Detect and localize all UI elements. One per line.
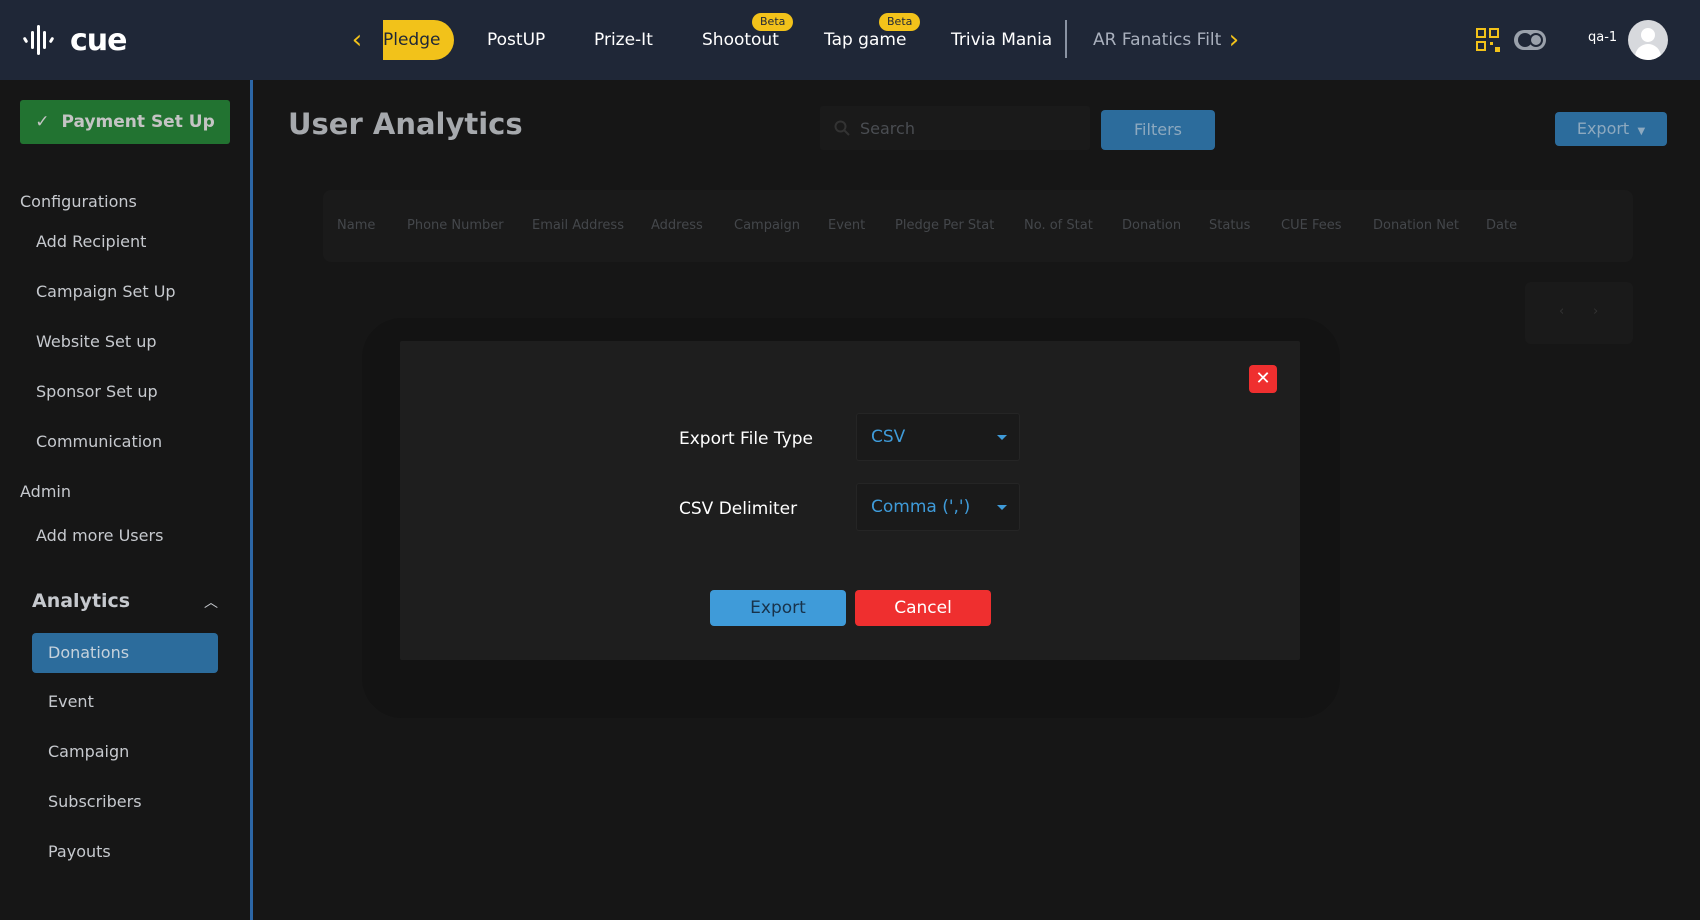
column-header[interactable]: CUE Fees xyxy=(1281,218,1341,233)
sidebar-item-communication[interactable]: Communication xyxy=(36,432,162,451)
column-header[interactable]: Address xyxy=(651,218,703,233)
column-header[interactable]: Email Address xyxy=(532,218,624,233)
analytics-heading[interactable]: Analytics xyxy=(32,590,130,612)
caret-down-icon xyxy=(997,505,1007,510)
payment-setup-button[interactable]: ✓ Payment Set Up xyxy=(20,100,230,144)
page-next-icon[interactable]: › xyxy=(1593,304,1598,319)
user-name[interactable]: qa-1 xyxy=(1588,30,1617,45)
csv-delimiter-select[interactable]: Comma (',') xyxy=(856,483,1020,531)
sidebar: ✓ Payment Set Up Configurations Add Reci… xyxy=(0,80,250,920)
column-header[interactable]: Date xyxy=(1486,218,1517,233)
sidebar-item-event[interactable]: Event xyxy=(48,692,94,711)
csv-delimiter-value: Comma (',') xyxy=(871,497,971,517)
nav-prev-icon[interactable]: ‹ xyxy=(345,24,369,56)
column-header[interactable]: Status xyxy=(1209,218,1250,233)
logo-text: cue xyxy=(70,22,127,58)
column-header[interactable]: Name xyxy=(337,218,375,233)
search-input[interactable]: Search xyxy=(820,106,1090,150)
csv-delimiter-label: CSV Delimiter xyxy=(679,499,798,519)
sidebar-item-add-more-users[interactable]: Add more Users xyxy=(36,526,163,545)
nav-item-tap-game[interactable]: Tap game xyxy=(824,25,906,55)
search-placeholder: Search xyxy=(860,119,915,138)
nav-item-shootout[interactable]: Shootout xyxy=(702,25,779,55)
chevron-up-icon[interactable]: ︿ xyxy=(204,592,218,612)
search-icon xyxy=(834,120,850,136)
sidebar-item-campaign-setup[interactable]: Campaign Set Up xyxy=(36,282,176,301)
export-file-type-value: CSV xyxy=(871,427,906,447)
caret-down-icon xyxy=(997,435,1007,440)
sidebar-item-payouts[interactable]: Payouts xyxy=(48,842,111,861)
column-header[interactable]: Event xyxy=(828,218,865,233)
close-icon[interactable]: ✕ xyxy=(1249,365,1277,393)
pagination: ‹ › xyxy=(1525,282,1633,344)
export-modal: ✕ Export File Type CSV CSV Delimiter Com… xyxy=(400,341,1300,660)
export-file-type-select[interactable]: CSV xyxy=(856,413,1020,461)
column-header[interactable]: Donation xyxy=(1122,218,1181,233)
sidebar-item-website-setup[interactable]: Website Set up xyxy=(36,332,157,351)
column-header[interactable]: No. of Stat xyxy=(1024,218,1093,233)
cancel-button[interactable]: Cancel xyxy=(855,590,991,626)
table-header: Name Phone Number Email Address Address … xyxy=(323,190,1633,262)
export-dropdown-label: Export xyxy=(1576,119,1630,138)
payment-setup-label: Payment Set Up xyxy=(61,112,215,132)
column-header[interactable]: Campaign xyxy=(734,218,800,233)
nav-item-postup[interactable]: PostUP xyxy=(487,25,545,55)
configurations-heading: Configurations xyxy=(20,192,137,211)
export-file-type-label: Export File Type xyxy=(679,429,813,449)
nav-divider xyxy=(1065,20,1067,58)
filters-button[interactable]: Filters xyxy=(1101,110,1215,150)
check-icon: ✓ xyxy=(35,112,50,132)
caret-down-icon: ▼ xyxy=(1634,126,1646,137)
cue-logo-icon xyxy=(22,23,64,57)
qr-code-icon[interactable] xyxy=(1476,28,1502,54)
nav-item-trivia-mania[interactable]: Trivia Mania xyxy=(951,25,1052,55)
export-dropdown-button[interactable]: Export ▼ xyxy=(1555,112,1667,146)
page-title: User Analytics xyxy=(288,107,523,141)
top-nav-bar: cue ‹ Pledge PostUP Prize-It Beta Shooto… xyxy=(0,0,1700,80)
sidebar-item-donations[interactable]: Donations xyxy=(32,633,218,673)
cue-logo[interactable]: cue xyxy=(22,20,127,60)
sidebar-item-campaign[interactable]: Campaign xyxy=(48,742,129,761)
column-header[interactable]: Donation Net xyxy=(1373,218,1459,233)
export-button[interactable]: Export xyxy=(710,590,846,626)
sidebar-item-sponsor-setup[interactable]: Sponsor Set up xyxy=(36,382,158,401)
nav-item-prize-it[interactable]: Prize-It xyxy=(594,25,653,55)
page-prev-icon[interactable]: ‹ xyxy=(1559,304,1564,319)
sidebar-item-subscribers[interactable]: Subscribers xyxy=(48,792,142,811)
avatar[interactable] xyxy=(1628,20,1668,60)
column-header[interactable]: Pledge Per Stat xyxy=(895,218,994,233)
theme-toggle-icon[interactable] xyxy=(1514,30,1546,50)
nav-next-icon[interactable]: › xyxy=(1222,24,1246,56)
sidebar-item-add-recipient[interactable]: Add Recipient xyxy=(36,232,146,251)
nav-item-pledge[interactable]: Pledge xyxy=(383,20,455,60)
admin-heading: Admin xyxy=(20,482,71,501)
nav-item-ar-fanatics[interactable]: AR Fanatics Filt xyxy=(1093,25,1221,55)
column-header[interactable]: Phone Number xyxy=(407,218,504,233)
